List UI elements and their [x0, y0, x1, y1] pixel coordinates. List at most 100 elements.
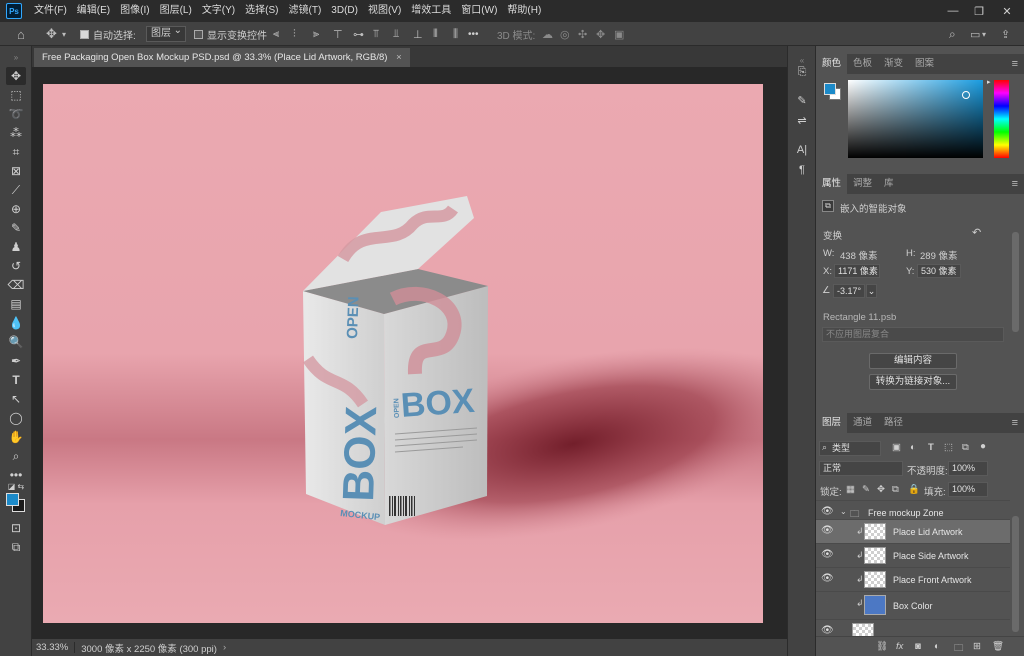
height-value[interactable]: 289 像素: [920, 248, 958, 262]
move-tool-icon[interactable]: ✥: [6, 67, 26, 85]
lock-transparency-icon[interactable]: ▦: [846, 484, 855, 495]
close-icon[interactable]: ✕: [994, 0, 1020, 22]
fill-field[interactable]: 100%: [948, 482, 988, 497]
marquee-tool-icon[interactable]: ⬚: [6, 86, 26, 104]
link-icon[interactable]: ⛓: [876, 641, 888, 652]
tab-color[interactable]: 颜色: [816, 54, 848, 74]
paragraph-panel-icon[interactable]: ¶: [793, 162, 811, 178]
group-expand-icon[interactable]: ⌄: [840, 507, 847, 516]
filter-pixel-icon[interactable]: ▣: [892, 442, 901, 453]
auto-select-check-icon[interactable]: [80, 29, 89, 39]
tab-adjustments[interactable]: 调整: [847, 174, 878, 194]
layer-comp-select[interactable]: 不应用图层复合: [822, 327, 1004, 342]
quick-mask-icon[interactable]: ⊡: [6, 519, 26, 537]
menu-file[interactable]: 文件(F): [29, 0, 72, 22]
screen-mode-icon[interactable]: ⧉: [6, 538, 26, 556]
tab-patterns[interactable]: 图案: [909, 54, 940, 74]
tool-preset-dropdown-icon[interactable]: ▾: [62, 22, 66, 46]
swap-colors-icon[interactable]: ◪ ⇆: [6, 482, 26, 491]
color-panel-menu-icon[interactable]: ≡: [1012, 54, 1018, 74]
workspace-icon[interactable]: ▭: [970, 22, 980, 46]
status-menu-arrow-icon[interactable]: ›: [223, 642, 226, 653]
hue-pointer-icon[interactable]: ▸: [987, 79, 993, 86]
tab-swatches[interactable]: 色板: [847, 54, 878, 74]
menu-3d[interactable]: 3D(D): [326, 0, 363, 22]
eyedropper-tool-icon[interactable]: ⟋: [6, 181, 26, 199]
angle-dropdown-icon[interactable]: ⌄: [866, 284, 877, 298]
home-icon[interactable]: ⌂: [17, 22, 25, 46]
layer-filter-select[interactable]: 类型: [819, 441, 881, 456]
x-field[interactable]: 1171 像素: [834, 264, 880, 278]
menu-filter[interactable]: 滤镜(T): [284, 0, 327, 22]
gradient-tool-icon[interactable]: ▤: [6, 295, 26, 313]
lock-position-icon[interactable]: ✥: [877, 484, 885, 495]
tab-channels[interactable]: 通道: [847, 413, 878, 433]
menu-type[interactable]: 文字(Y): [197, 0, 240, 22]
hand-tool-icon[interactable]: ✋: [6, 428, 26, 446]
character-panel-icon[interactable]: A|: [793, 142, 811, 158]
history-panel-icon[interactable]: ⎘: [793, 64, 811, 80]
visibility-eye-icon[interactable]: 👁: [821, 526, 834, 536]
visibility-eye-icon[interactable]: 👁: [821, 626, 834, 636]
trash-icon[interactable]: 🗑: [992, 641, 1004, 652]
brush-settings-icon[interactable]: ✎: [793, 92, 811, 108]
visibility-eye-icon[interactable]: 👁: [821, 550, 834, 560]
eraser-tool-icon[interactable]: ⌫: [6, 276, 26, 294]
adjustment-icon[interactable]: ◐: [934, 641, 940, 652]
edit-contents-button[interactable]: 编辑内容: [869, 353, 957, 369]
zoom-tool-icon[interactable]: ⌕: [6, 447, 26, 465]
share-icon[interactable]: ⇪: [1001, 22, 1010, 46]
menu-select[interactable]: 选择(S): [240, 0, 283, 22]
distribute-top-icon[interactable]: ⫪: [373, 22, 379, 46]
document-tab[interactable]: Free Packaging Open Box Mockup PSD.psd @…: [34, 48, 410, 67]
properties-scrollbar[interactable]: [1012, 232, 1019, 332]
tab-layers[interactable]: 图层: [816, 413, 848, 433]
restore-icon[interactable]: ❐: [966, 0, 992, 22]
brush-tool-icon[interactable]: ✎: [6, 219, 26, 237]
hue-slider[interactable]: [994, 80, 1009, 158]
3d-scale-icon[interactable]: ▣: [614, 22, 624, 46]
move-tool-icon[interactable]: ✥: [46, 22, 57, 46]
healing-brush-tool-icon[interactable]: ⊕: [6, 200, 26, 218]
auto-select-target-dropdown[interactable]: 图层: [146, 24, 186, 42]
width-value[interactable]: 438 像素: [840, 248, 878, 262]
fx-icon[interactable]: fx: [896, 641, 903, 652]
pen-tool-icon[interactable]: ✒: [6, 352, 26, 370]
reset-transform-icon[interactable]: ↶: [972, 226, 981, 239]
layers-panel-menu-icon[interactable]: ≡: [1012, 413, 1018, 433]
distribute-left-icon[interactable]: ⦀: [433, 22, 438, 46]
adjustments-icon[interactable]: ⇌: [793, 112, 811, 128]
close-tab-icon[interactable]: ×: [396, 52, 402, 63]
menu-view[interactable]: 视图(V): [363, 0, 406, 22]
lock-image-icon[interactable]: ✎: [862, 484, 870, 495]
align-right-icon[interactable]: ⫸: [313, 22, 319, 46]
color-picker-handle[interactable]: [962, 91, 970, 99]
magic-wand-tool-icon[interactable]: ⁂: [6, 124, 26, 142]
minimize-icon[interactable]: —: [940, 0, 966, 22]
search-icon[interactable]: ⌕: [949, 22, 956, 46]
color-panel-foreground-swatch[interactable]: [824, 83, 836, 95]
opacity-field[interactable]: 100%: [948, 461, 988, 476]
properties-panel-menu-icon[interactable]: ≡: [1012, 174, 1018, 194]
zoom-level[interactable]: 33.33%: [32, 642, 76, 653]
menu-help[interactable]: 帮助(H): [502, 0, 546, 22]
type-tool-icon[interactable]: T: [6, 371, 26, 389]
history-brush-tool-icon[interactable]: ↺: [6, 257, 26, 275]
show-transform-check-icon[interactable]: [194, 29, 203, 39]
visibility-eye-icon[interactable]: 👁: [821, 507, 834, 517]
show-transform-checkbox[interactable]: 显示变换控件: [194, 22, 267, 46]
layer-row-box-color[interactable]: ▫ ↲ Box Color: [816, 591, 1010, 619]
filter-toggle-icon[interactable]: ●: [980, 441, 986, 452]
menu-layer[interactable]: 图层(L): [155, 0, 197, 22]
path-selection-tool-icon[interactable]: ↖: [6, 390, 26, 408]
3d-pan-icon[interactable]: ✣: [578, 22, 587, 46]
3d-slide-icon[interactable]: ✥: [596, 22, 605, 46]
filter-type-icon[interactable]: T: [928, 442, 934, 453]
blend-mode-select[interactable]: 正常: [819, 461, 903, 476]
lock-artboard-icon[interactable]: ⧉: [892, 484, 899, 495]
tab-libraries[interactable]: 库: [878, 174, 900, 194]
menu-window[interactable]: 窗口(W): [456, 0, 502, 22]
distribute-right-icon[interactable]: ⫼: [453, 22, 458, 46]
workspace-dropdown-icon[interactable]: ▾: [982, 22, 986, 46]
toolbar-collapse-icon[interactable]: »: [6, 53, 26, 62]
